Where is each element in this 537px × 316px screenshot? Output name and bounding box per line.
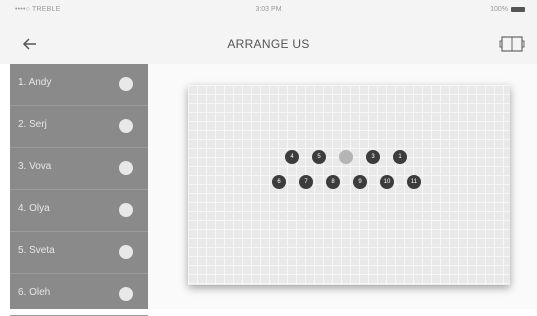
player-token[interactable]: 3 [366,150,380,164]
status-bar: ••••○ TREBLE 3:03 PM 100% [0,0,537,22]
player-item[interactable]: 6. Oleh [10,274,148,316]
player-item[interactable]: 5. Sveta [10,232,148,274]
battery-status: 100% [490,6,525,13]
player-item[interactable]: 4. Olya [10,190,148,232]
player-status-dot [119,119,133,133]
player-token[interactable]: 10 [380,175,394,189]
player-item[interactable]: 1. Andy [10,64,148,106]
player-token[interactable]: 8 [326,175,340,189]
player-token[interactable]: 7 [299,175,313,189]
player-status-dot [119,77,133,91]
player-name: 4. Olya [18,203,50,214]
player-token[interactable]: 6 [272,175,286,189]
player-name: 1. Andy [18,77,52,88]
player-status-dot [119,161,133,175]
player-name: 2. Serj [18,119,47,130]
pitch-icon [499,36,525,52]
battery-percent: 100% [490,6,508,13]
player-token[interactable]: 9 [353,175,367,189]
pitch-board[interactable]: 4 5 3 1 6 7 8 9 10 11 [188,85,510,285]
player-token[interactable]: 1 [393,150,407,164]
player-status-dot [119,245,133,259]
pitch-view-button[interactable] [499,34,525,54]
player-name: 3. Vova [18,161,52,172]
player-status-dot [119,203,133,217]
player-token[interactable]: 4 [285,150,299,164]
page-title: ARRANGE US [227,37,310,51]
player-status-dot [119,287,133,301]
player-token[interactable]: 5 [312,150,326,164]
player-list: 1. Andy 2. Serj 3. Vova 4. Olya 5. Sveta… [10,64,148,316]
player-item[interactable]: 3. Vova [10,148,148,190]
player-name: 6. Oleh [18,287,51,298]
player-name: 5. Sveta [18,245,55,256]
player-token[interactable]: 11 [407,175,421,189]
navigation-bar: ARRANGE US [0,22,537,64]
battery-icon [511,7,525,12]
player-item[interactable]: 2. Serj [10,106,148,148]
status-time: 3:03 PM [255,6,282,13]
player-token-placeholder[interactable] [339,150,353,164]
